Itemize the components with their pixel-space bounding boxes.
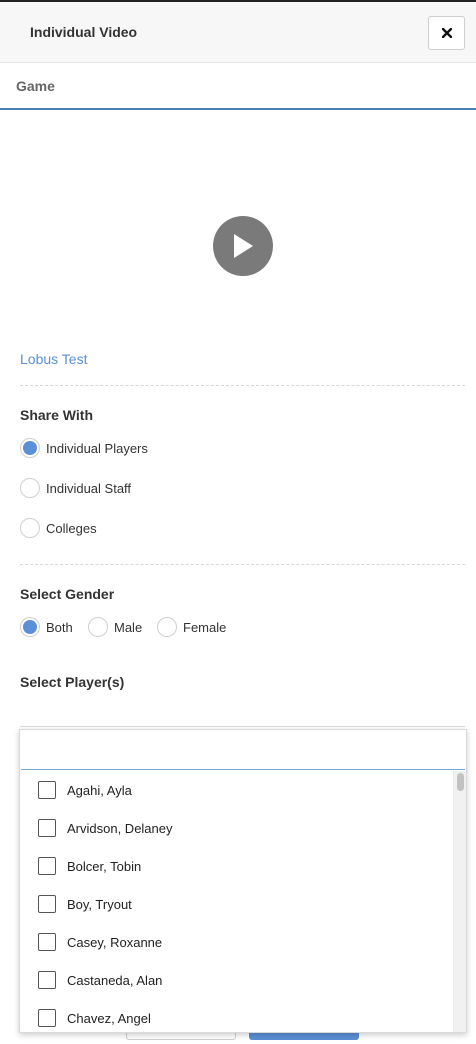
list-item[interactable]: Chavez, Angel bbox=[20, 999, 452, 1032]
radio-label: Both bbox=[46, 619, 73, 635]
checkbox[interactable] bbox=[38, 895, 56, 913]
player-name: Boy, Tryout bbox=[67, 896, 132, 912]
list-item[interactable]: Casey, Roxanne bbox=[20, 923, 452, 961]
list-item[interactable]: Agahi, Ayla bbox=[20, 771, 452, 809]
radio-individual-players[interactable]: Individual Players bbox=[20, 438, 148, 458]
radio-gender-male[interactable]: Male bbox=[88, 617, 142, 637]
list-item[interactable]: Arvidson, Delaney bbox=[20, 809, 452, 847]
radio-button[interactable] bbox=[157, 617, 177, 637]
radio-button[interactable] bbox=[88, 617, 108, 637]
radio-colleges[interactable]: Colleges bbox=[20, 518, 97, 538]
player-search-input[interactable] bbox=[21, 731, 465, 770]
radio-label: Individual Players bbox=[46, 440, 148, 456]
player-name: Agahi, Ayla bbox=[67, 782, 132, 798]
list-item[interactable]: Castaneda, Alan bbox=[20, 961, 452, 999]
play-button[interactable] bbox=[213, 216, 273, 276]
player-name: Arvidson, Delaney bbox=[67, 820, 173, 836]
player-name: Casey, Roxanne bbox=[67, 934, 163, 950]
close-icon bbox=[441, 28, 452, 38]
close-button[interactable] bbox=[428, 16, 465, 50]
scrollbar-thumb[interactable] bbox=[457, 773, 464, 791]
radio-gender-both[interactable]: Both bbox=[20, 617, 73, 637]
list-item[interactable]: Bolcer, Tobin bbox=[20, 847, 452, 885]
select-players-label: Select Player(s) bbox=[20, 674, 125, 690]
play-icon bbox=[234, 234, 253, 258]
video-title-link[interactable]: Lobus Test bbox=[20, 351, 87, 367]
modal-header: Individual Video bbox=[0, 2, 476, 63]
player-select-field[interactable] bbox=[20, 726, 465, 727]
radio-label: Individual Staff bbox=[46, 480, 132, 496]
checkbox[interactable] bbox=[38, 857, 56, 875]
divider bbox=[20, 564, 465, 565]
player-dropdown: Agahi, Ayla Arvidson, Delaney Bolcer, To… bbox=[19, 729, 467, 1033]
select-gender-label: Select Gender bbox=[20, 586, 115, 602]
player-list: Agahi, Ayla Arvidson, Delaney Bolcer, To… bbox=[20, 771, 452, 1032]
share-with-label: Share With bbox=[20, 407, 93, 423]
radio-label: Colleges bbox=[46, 520, 97, 536]
radio-label: Male bbox=[114, 619, 143, 635]
radio-button[interactable] bbox=[20, 478, 40, 498]
video-type-label: Game bbox=[16, 78, 55, 94]
list-item[interactable]: Boy, Tryout bbox=[20, 885, 452, 923]
radio-button-checked[interactable] bbox=[20, 438, 40, 458]
radio-button-checked[interactable] bbox=[20, 617, 40, 637]
player-name: Bolcer, Tobin bbox=[67, 858, 142, 874]
modal-title: Individual Video bbox=[30, 24, 138, 40]
player-name: Chavez, Angel bbox=[67, 1010, 151, 1026]
checkbox[interactable] bbox=[38, 781, 56, 799]
video-type-bar: Game bbox=[0, 63, 476, 110]
checkbox[interactable] bbox=[38, 819, 56, 837]
radio-gender-female[interactable]: Female bbox=[157, 617, 226, 637]
radio-button[interactable] bbox=[20, 518, 40, 538]
radio-individual-staff[interactable]: Individual Staff bbox=[20, 478, 131, 498]
checkbox[interactable] bbox=[38, 971, 56, 989]
divider bbox=[20, 385, 465, 386]
checkbox[interactable] bbox=[38, 933, 56, 951]
radio-label: Female bbox=[183, 619, 227, 635]
player-name: Castaneda, Alan bbox=[67, 972, 163, 988]
scrollbar[interactable] bbox=[453, 771, 466, 1032]
checkbox[interactable] bbox=[38, 1009, 56, 1027]
